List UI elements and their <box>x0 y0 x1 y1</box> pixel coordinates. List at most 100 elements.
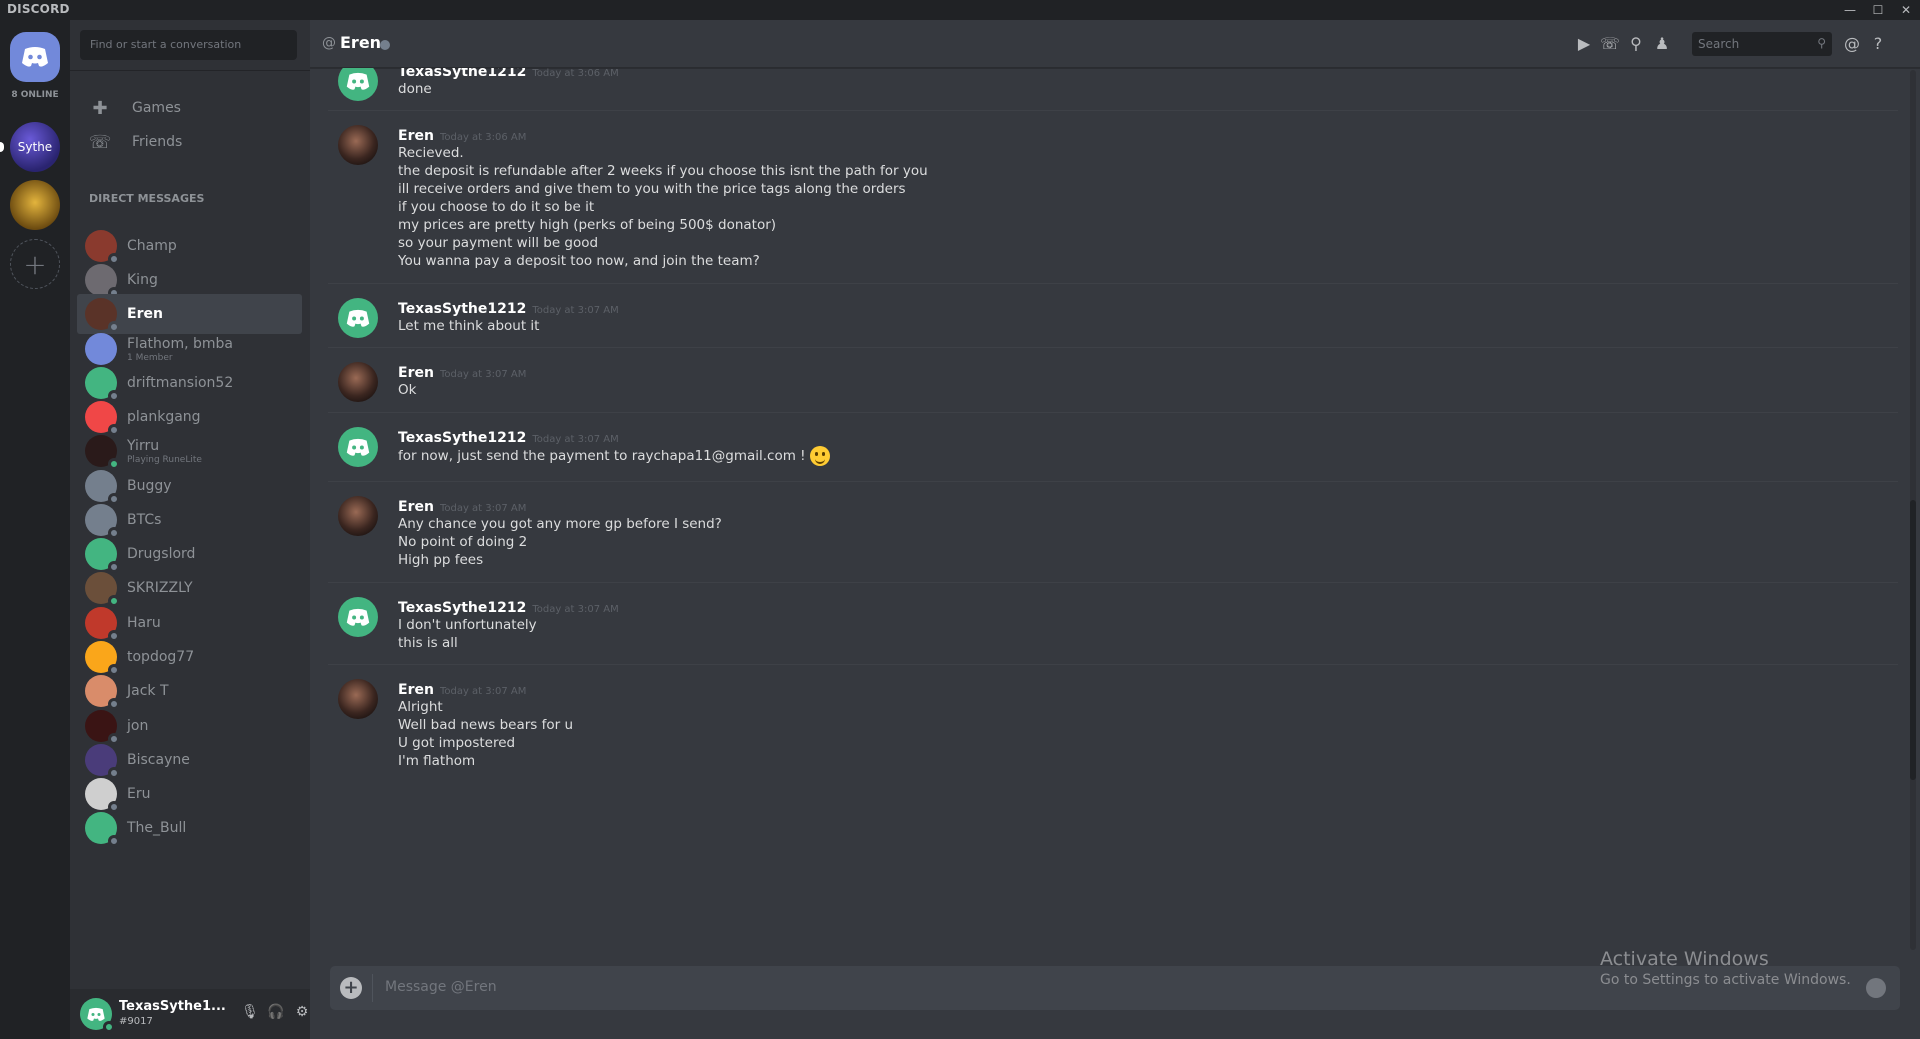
message-body: I don't unfortunately this is all <box>398 616 537 652</box>
user-avatar[interactable] <box>80 998 115 1033</box>
pin-icon[interactable]: ⚲ <box>1624 32 1648 56</box>
dm-section-header: DIRECT MESSAGES <box>89 192 205 205</box>
selected-indicator <box>0 142 4 152</box>
user-name: TexasSythe1... <box>119 999 226 1014</box>
message-header: Eren Today at 3:07 AM <box>398 362 526 381</box>
author-avatar[interactable] <box>338 298 378 338</box>
dm-avatar <box>85 470 120 505</box>
message-divider <box>328 664 1898 665</box>
add-server-button[interactable]: + <box>10 239 60 289</box>
message-divider <box>328 347 1898 348</box>
dm-item[interactable]: Jack T <box>77 671 302 711</box>
author-avatar[interactable] <box>338 597 378 637</box>
dm-text: Drugslord <box>127 546 195 562</box>
dm-text: King <box>127 272 158 288</box>
message-input[interactable]: Message @Eren <box>385 979 497 995</box>
help-icon[interactable]: ? <box>1866 32 1890 56</box>
message-author[interactable]: TexasSythe1212 <box>398 301 526 317</box>
message-timestamp: Today at 3:06 AM <box>439 132 527 143</box>
dm-item[interactable]: The_Bull <box>77 808 302 848</box>
author-avatar[interactable] <box>338 679 378 719</box>
dm-item[interactable]: Eren <box>77 294 302 334</box>
message-line-row: I don't unfortunately <box>398 616 537 634</box>
dm-name: Haru <box>127 615 161 631</box>
dm-text: jon <box>127 718 148 734</box>
message-line: Ok <box>398 382 417 398</box>
message-line: No point of doing 2 <box>398 534 528 550</box>
guild-sythe[interactable]: Sythe <box>0 122 60 172</box>
dm-text: BTCs <box>127 512 161 528</box>
message-line-row: Alright <box>398 698 573 716</box>
message-list: TexasSythe1212 Today at 3:06 AM done Eren To… <box>310 68 1910 958</box>
message-line-row: done <box>398 80 432 98</box>
close-icon[interactable]: ✕ <box>1892 0 1920 20</box>
dm-item[interactable]: Yirru Playing RuneLite <box>77 431 302 471</box>
message-line: I don't unfortunately <box>398 617 537 633</box>
video-call-icon[interactable]: ▶ <box>1572 32 1596 56</box>
settings-gear-icon[interactable]: ⚙ <box>292 1004 312 1024</box>
dm-item[interactable]: SKRIZZLY <box>77 568 302 608</box>
upload-button[interactable]: + <box>340 977 362 999</box>
author-avatar[interactable] <box>338 125 378 165</box>
headphones-icon[interactable]: 🎧 <box>266 1004 286 1024</box>
message-line: ill receive orders and give them to you … <box>398 181 906 197</box>
message-body: Recieved. the deposit is refundable after… <box>398 144 928 270</box>
dm-text: plankgang <box>127 409 201 425</box>
message-timestamp: Today at 3:07 AM <box>532 604 619 615</box>
message-author[interactable]: Eren <box>398 499 434 515</box>
emoji-picker-icon[interactable] <box>1866 978 1886 998</box>
scrollbar[interactable] <box>1910 70 1916 950</box>
voice-call-icon[interactable]: ☏ <box>1598 32 1622 56</box>
message-timestamp: Today at 3:06 AM <box>532 68 619 79</box>
dm-name: Buggy <box>127 478 172 494</box>
message-line: the deposit is refundable after 2 weeks … <box>398 163 928 179</box>
guild-emblem[interactable] <box>10 180 60 230</box>
dm-avatar <box>85 298 120 333</box>
dm-text: Haru <box>127 615 161 631</box>
recipient-status-dot <box>380 40 390 50</box>
nav-games[interactable]: ✚ Games <box>78 90 302 126</box>
message-line-row: Well bad news bears for u <box>398 716 573 734</box>
scrollbar-thumb[interactable] <box>1910 500 1916 780</box>
message-line-row: You wanna pay a deposit too now, and joi… <box>398 252 928 270</box>
message-author[interactable]: TexasSythe1212 <box>398 600 526 616</box>
message-line-row: High pp fees <box>398 551 722 569</box>
dm-name: BTCs <box>127 512 162 528</box>
dm-name: Yirru <box>127 437 160 454</box>
dm-avatar <box>85 572 120 607</box>
add-friend-icon[interactable]: ♟ <box>1650 32 1674 56</box>
message-author[interactable]: Eren <box>398 682 434 698</box>
find-conversation-input[interactable]: Find or start a conversation <box>80 30 297 60</box>
message-timestamp: Today at 3:07 AM <box>439 686 527 697</box>
at-icon: @ <box>322 35 336 51</box>
message-line-row: U got impostered <box>398 734 573 752</box>
message-author[interactable]: TexasSythe1212 <box>398 430 526 446</box>
dm-avatar <box>85 367 120 402</box>
recipient-name: Eren <box>340 33 382 52</box>
mentions-icon[interactable]: @ <box>1840 32 1864 56</box>
nav-friends-label: Friends <box>132 134 183 150</box>
search-input[interactable]: Search ⚲ <box>1692 32 1832 56</box>
message-line-row: so your payment will be good <box>398 234 928 252</box>
author-avatar[interactable] <box>338 362 378 402</box>
message-line-row: No point of doing 2 <box>398 533 722 551</box>
maximize-icon[interactable]: ☐ <box>1864 0 1892 20</box>
message-author[interactable]: Eren <box>398 365 434 381</box>
author-avatar[interactable] <box>338 427 378 467</box>
message-body: done <box>398 80 432 98</box>
message-divider <box>328 283 1898 284</box>
dm-text: The_Bull <box>127 820 186 836</box>
message-author[interactable]: TexasSythe1212 <box>398 68 526 80</box>
author-avatar[interactable] <box>338 496 378 536</box>
discord-logo-icon <box>346 309 370 327</box>
divider <box>372 974 373 1002</box>
message-divider <box>328 582 1898 583</box>
dm-subtext: Playing RuneLite <box>127 454 202 465</box>
nav-friends[interactable]: ☏ Friends <box>78 124 302 160</box>
minimize-icon[interactable]: — <box>1836 0 1864 20</box>
home-button[interactable] <box>10 32 60 82</box>
message-author[interactable]: Eren <box>398 128 434 144</box>
mute-icon[interactable]: 🎙 <box>240 1004 260 1024</box>
message-line: Well bad news bears for u <box>398 717 574 733</box>
author-avatar[interactable] <box>338 68 378 101</box>
